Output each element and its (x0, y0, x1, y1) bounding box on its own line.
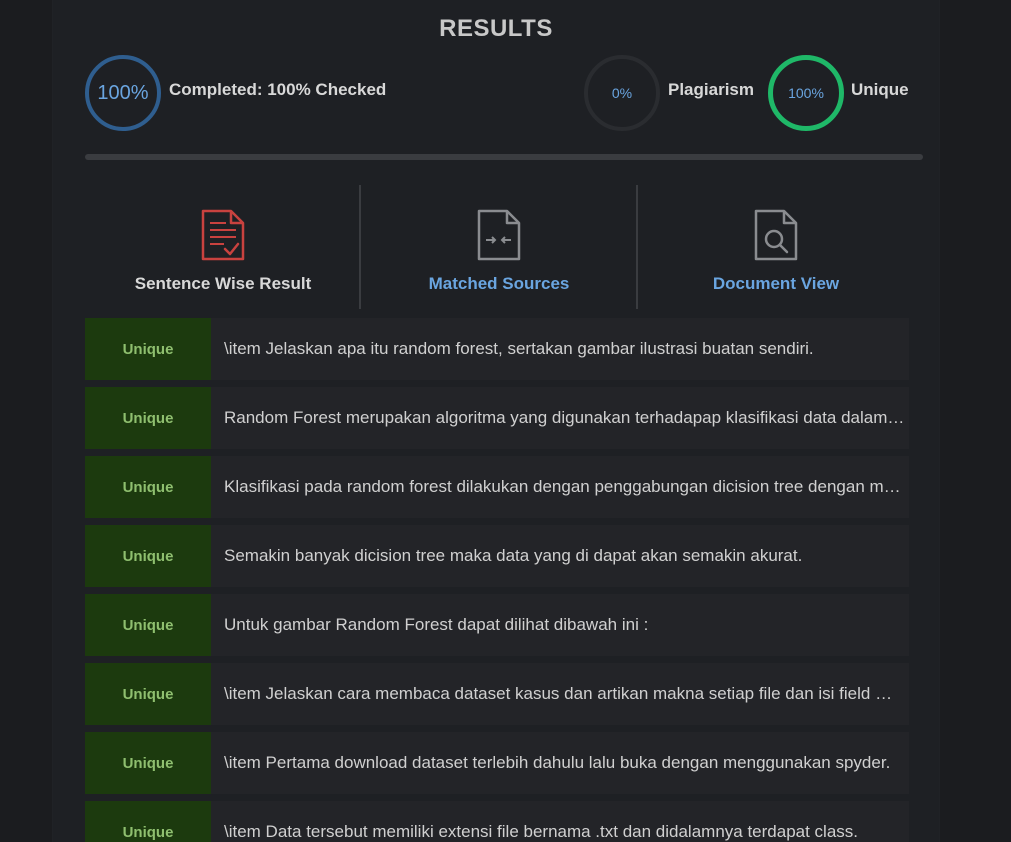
sentence-text: Random Forest merupakan algoritma yang d… (224, 408, 909, 427)
sentence-text: \item Pertama download dataset terlebih … (224, 753, 891, 772)
status-badge: Unique (85, 525, 211, 587)
list-item[interactable]: Unique \item Jelaskan apa itu random for… (85, 318, 909, 380)
list-item[interactable]: Unique Untuk gambar Random Forest dapat … (85, 594, 909, 656)
sentence-text: Untuk gambar Random Forest dapat dilihat… (224, 615, 649, 634)
status-badge: Unique (85, 801, 211, 842)
unique-label: Unique (851, 80, 909, 99)
unique-percent: 100% (788, 85, 824, 101)
tab-matched-sources[interactable]: Matched Sources (361, 185, 637, 309)
tab-document-view-label: Document View (712, 274, 840, 293)
status-badge: Unique (85, 663, 211, 725)
sentence-results-list: Unique \item Jelaskan apa itu random for… (85, 318, 909, 842)
list-item[interactable]: Unique \item Jelaskan cara membaca datas… (85, 663, 909, 725)
list-item[interactable]: Unique Random Forest merupakan algoritma… (85, 387, 909, 449)
tab-sentence-wise-result-label: Sentence Wise Result (134, 274, 312, 293)
compare-document-icon (476, 209, 522, 266)
tab-sentence-wise-result[interactable]: Sentence Wise Result (85, 185, 361, 309)
completed-progress-circle: 100% (85, 55, 161, 131)
status-badge: Unique (85, 318, 211, 380)
plagiarism-label: Plagiarism (668, 80, 754, 99)
status-badge: Unique (85, 456, 211, 518)
sentence-text: Semakin banyak dicision tree maka data y… (224, 546, 803, 565)
document-search-icon (753, 209, 799, 266)
list-item[interactable]: Unique \item Data tersebut memiliki exte… (85, 801, 909, 842)
plagiarism-progress-circle: 0% (584, 55, 660, 131)
plagiarism-percent: 0% (611, 85, 633, 101)
sentence-text: \item Jelaskan cara membaca dataset kasu… (224, 684, 909, 703)
sentence-text: \item Jelaskan apa itu random forest, se… (224, 339, 814, 358)
results-panel: RESULTS 100% Completed: 100% Checked 0% … (52, 0, 940, 842)
sentence-text: Klasifikasi pada random forest dilakukan… (224, 477, 909, 496)
status-badge: Unique (85, 387, 211, 449)
list-item[interactable]: Unique Klasifikasi pada random forest di… (85, 456, 909, 518)
page-title: RESULTS (439, 15, 553, 42)
completed-percent: 100% (97, 81, 149, 104)
unique-progress-circle: 100% (768, 55, 844, 131)
document-check-icon (200, 209, 246, 266)
list-item[interactable]: Unique \item Pertama download dataset te… (85, 732, 909, 794)
progress-divider (85, 154, 923, 160)
list-item[interactable]: Unique Semakin banyak dicision tree maka… (85, 525, 909, 587)
status-badge: Unique (85, 594, 211, 656)
tab-document-view[interactable]: Document View (638, 185, 914, 309)
status-badge: Unique (85, 732, 211, 794)
sentence-text: \item Data tersebut memiliki extensi fil… (224, 822, 859, 841)
completed-label: Completed: 100% Checked (169, 80, 387, 99)
tab-matched-sources-label: Matched Sources (428, 274, 570, 293)
